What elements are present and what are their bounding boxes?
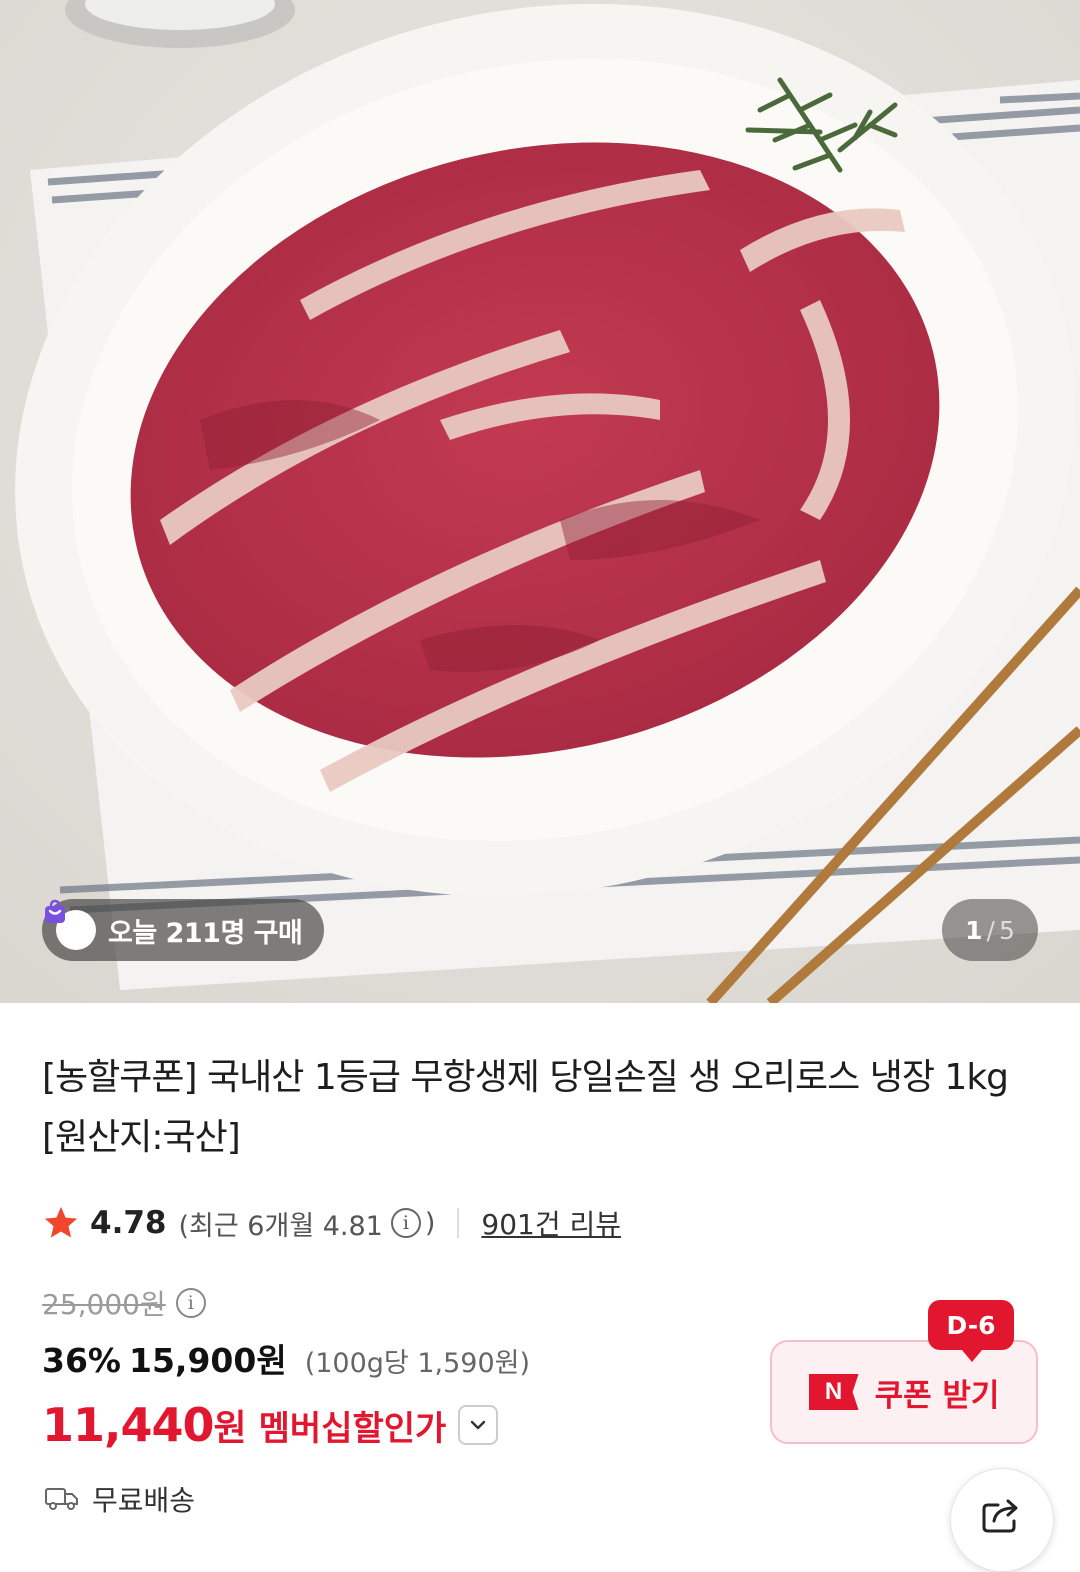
recent-rating-close: ): [424, 1207, 436, 1239]
shipping-row: 무료배송: [44, 1474, 195, 1524]
info-icon[interactable]: i: [390, 1208, 421, 1238]
share-icon: [982, 1499, 1018, 1533]
shopping-bag-icon: [45, 899, 96, 950]
member-price-row: 11,440 원 멤버십할인가: [42, 1394, 499, 1456]
product-title: [농할쿠폰] 국내산 1등급 무항생제 당일손질 생 오리로스 냉장 1kg […: [42, 1057, 1009, 1158]
discount-rate: 36%: [42, 1341, 121, 1380]
unit-price: (100g당 1,590원): [304, 1348, 531, 1379]
today-buyers-badge: 오늘 211명 구매: [42, 899, 325, 961]
today-buyers-text: 오늘 211명 구매: [108, 917, 303, 949]
star-icon: [44, 1206, 78, 1238]
recent-rating-text: (최근 6개월 4.81: [178, 1210, 383, 1242]
sale-price-row: 36% 15,900원 (100g당 1,590원): [42, 1334, 530, 1384]
share-button[interactable]: [950, 1468, 1054, 1572]
recent-rating: (최근 6개월 4.81 i ): [179, 1204, 436, 1243]
duck-meat-photo: [0, 0, 1080, 1003]
chevron-down-icon[interactable]: [458, 1405, 499, 1445]
member-price: 11,440: [42, 1398, 215, 1452]
coupon-download-button[interactable]: N 쿠폰 받기: [770, 1340, 1038, 1444]
naver-n-icon: N: [808, 1374, 859, 1410]
coupon-button-label: 쿠폰 받기: [874, 1377, 1000, 1414]
original-price-row: 25,000원 i: [42, 1280, 210, 1326]
pager-separator: /: [986, 915, 995, 945]
pager-current: 1: [965, 915, 983, 945]
sale-price: 15,900원: [129, 1341, 287, 1380]
product-image-carousel[interactable]: 오늘 211명 구매 1 / 5: [0, 0, 1080, 1003]
original-price: 25,000원: [42, 1288, 166, 1321]
delivery-truck-icon: [45, 1488, 78, 1510]
review-count-link[interactable]: 901건 리뷰: [481, 1203, 621, 1243]
shipping-label: 무료배송: [92, 1484, 196, 1517]
rating-row: 4.78 (최근 6개월 4.81 i ) 901건 리뷰: [42, 1198, 621, 1248]
divider: [457, 1208, 460, 1238]
image-pager: 1 / 5: [942, 899, 1038, 961]
rating-score: 4.78: [90, 1205, 167, 1241]
dday-badge: D-6: [928, 1300, 1014, 1362]
member-price-label: 멤버십할인가: [258, 1408, 447, 1449]
price-info-icon[interactable]: i: [175, 1288, 206, 1318]
pager-total: 5: [998, 915, 1015, 945]
member-price-unit: 원: [213, 1408, 247, 1449]
